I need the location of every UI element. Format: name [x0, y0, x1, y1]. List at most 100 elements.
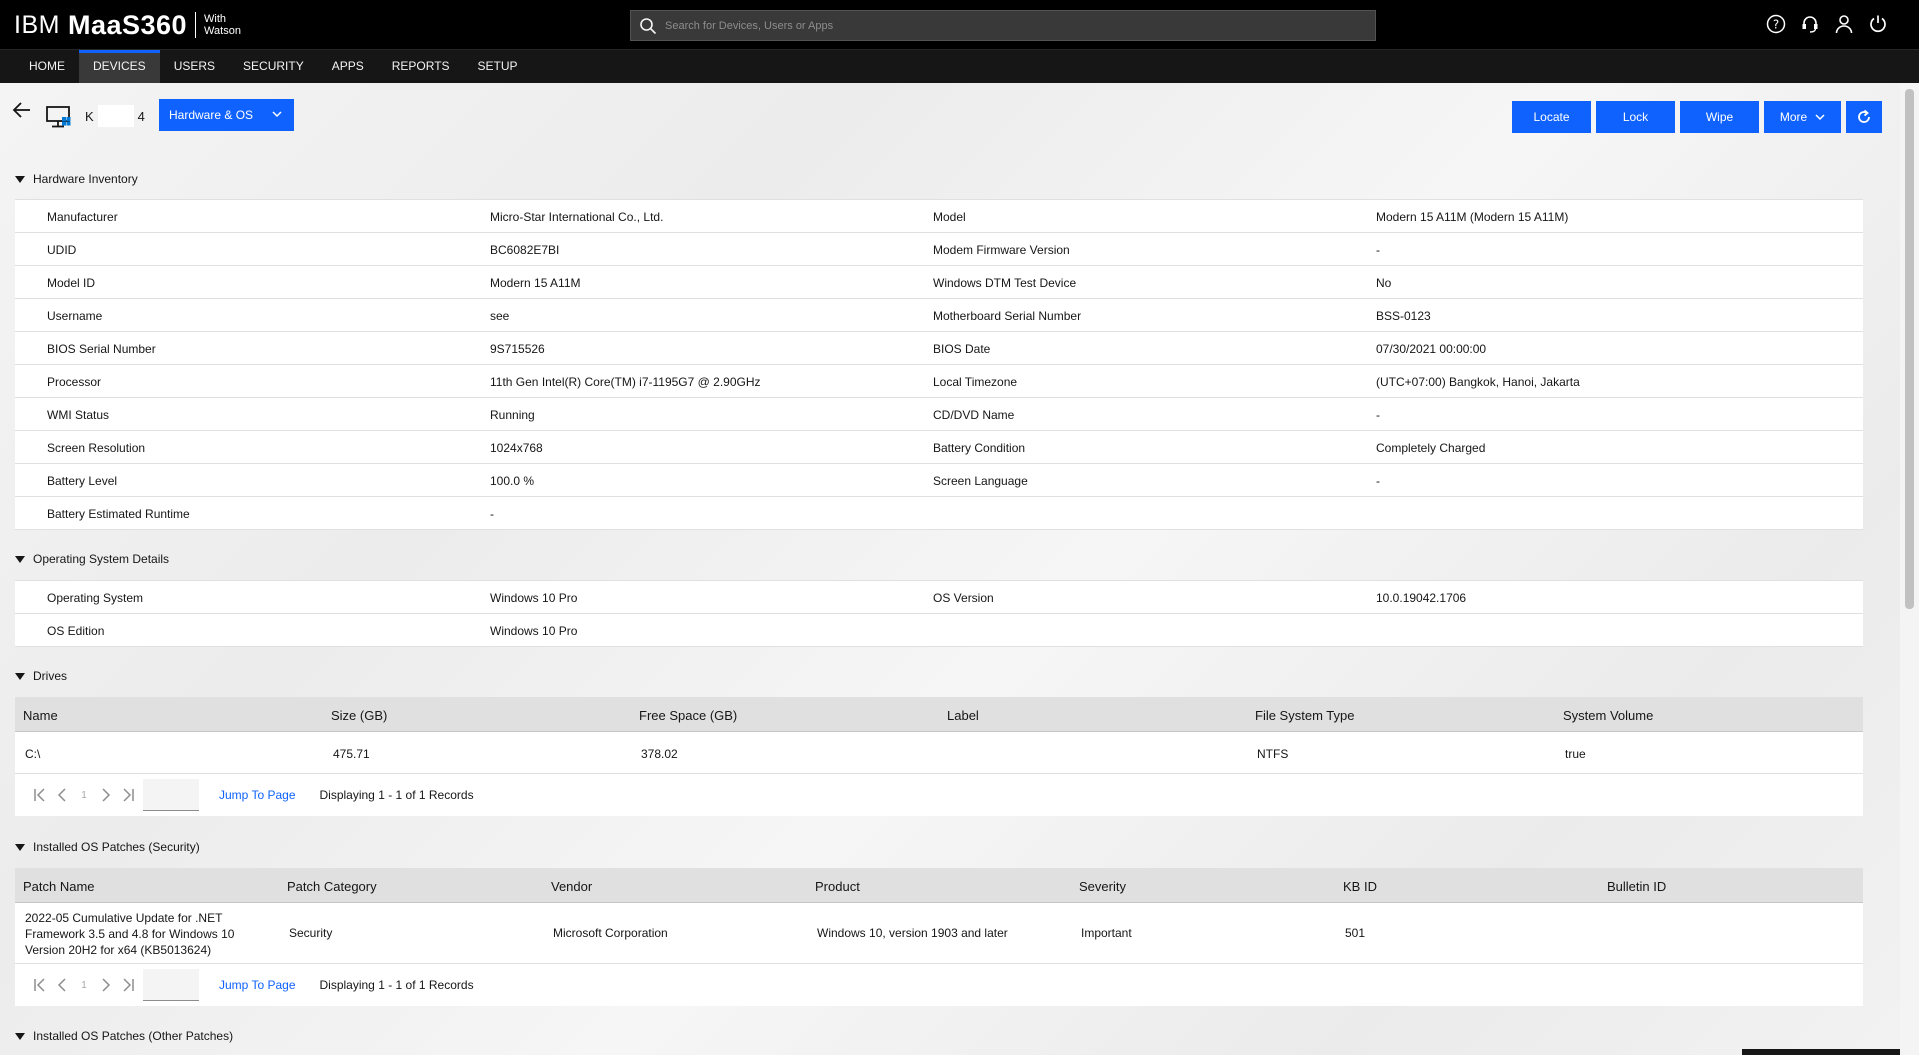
field-label: CD/DVD Name — [933, 408, 1015, 422]
back-arrow-icon[interactable] — [12, 101, 34, 121]
kv-row: Battery Level 100.0 % Screen Language - — [15, 464, 1863, 497]
wipe-button[interactable]: Wipe — [1680, 101, 1759, 133]
next-page-icon[interactable] — [95, 978, 117, 992]
table-header: Patch Name Patch Category Vendor Product… — [15, 868, 1863, 903]
support-icon[interactable] — [1799, 12, 1821, 36]
search-icon — [640, 17, 657, 34]
search-input[interactable] — [665, 19, 1345, 32]
nav-users[interactable]: USERS — [160, 50, 229, 83]
top-bar: IBM MaaS360 With Watson ? — [0, 0, 1919, 50]
main-content: K 4 Hardware & OS Locate Lock Wipe More … — [0, 83, 1900, 1055]
drives-table: Name Size (GB) Free Space (GB) Label Fil… — [15, 697, 1863, 816]
patches-security-table: Patch Name Patch Category Vendor Product… — [15, 868, 1863, 1006]
page-input[interactable] — [143, 779, 199, 811]
locate-button[interactable]: Locate — [1512, 101, 1591, 133]
view-dropdown-value: Hardware & OS — [169, 108, 254, 122]
kv-row: Screen Resolution 1024x768 Battery Conditi… — [15, 431, 1863, 464]
kv-row: OS Edition Windows 10 Pro — [15, 614, 1863, 647]
field-label: Local Timezone — [933, 375, 1018, 389]
power-icon[interactable] — [1867, 12, 1889, 36]
field-value: Micro-Star International Co., Ltd. — [490, 210, 664, 224]
refresh-icon — [1858, 109, 1870, 123]
help-icon[interactable]: ? — [1765, 12, 1787, 36]
nav-apps[interactable]: APPS — [318, 50, 378, 83]
global-search[interactable] — [630, 10, 1376, 41]
field-label: UDID — [47, 243, 77, 257]
brand-logo[interactable]: IBM MaaS360 With Watson — [14, 10, 241, 40]
field-value: - — [1376, 243, 1380, 257]
field-value: 07/30/2021 00:00:00 — [1376, 342, 1487, 356]
field-value: 1024x768 — [490, 441, 543, 455]
field-value[interactable]: see — [490, 309, 509, 323]
first-page-icon[interactable] — [29, 788, 51, 802]
redacted-device-name — [97, 105, 134, 127]
records-display: Displaying 1 - 1 of 1 Records — [319, 978, 474, 992]
nav-devices[interactable]: DEVICES — [79, 50, 160, 83]
field-label: Motherboard Serial Number — [933, 309, 1082, 323]
field-label: Model ID — [47, 276, 96, 290]
last-page-icon[interactable] — [117, 978, 139, 992]
nav-security[interactable]: SECURITY — [229, 50, 318, 83]
field-label: Battery Level — [47, 474, 118, 488]
field-value: Running — [490, 408, 535, 422]
main-nav: HOME DEVICES USERS SECURITY APPS REPORTS… — [0, 50, 1919, 83]
field-value: Windows 10 Pro — [490, 624, 578, 638]
kv-row: WMI Status Running CD/DVD Name - — [15, 398, 1863, 431]
nav-reports[interactable]: REPORTS — [378, 50, 464, 83]
table-row[interactable]: C:\ 475.71 378.02 NTFS true — [15, 732, 1863, 774]
kv-row: UDID BC6082E7BI Modem Firmware Version - — [15, 233, 1863, 266]
field-label: Username — [47, 309, 103, 323]
field-label: BIOS Serial Number — [47, 342, 156, 356]
field-value: 9S715526 — [490, 342, 545, 356]
page-number: 1 — [81, 979, 87, 991]
field-label: OS Version — [933, 591, 994, 605]
field-label: BIOS Date — [933, 342, 991, 356]
field-label: Battery Estimated Runtime — [47, 507, 190, 521]
field-value: BC6082E7BI — [490, 243, 560, 257]
kv-row: Manufacturer Micro-Star International Co.… — [15, 200, 1863, 233]
vertical-scrollbar[interactable] — [1900, 83, 1919, 1055]
user-icon[interactable] — [1833, 12, 1855, 36]
brand-watson: With Watson — [204, 13, 241, 37]
table-header: Name Size (GB) Free Space (GB) Label Fil… — [15, 697, 1863, 732]
section-drives[interactable]: Drives — [15, 669, 67, 683]
jump-to-page-link[interactable]: Jump To Page — [219, 978, 296, 992]
page-input[interactable] — [143, 969, 199, 1001]
section-os-patches-other[interactable]: Installed OS Patches (Other Patches) — [15, 1029, 233, 1043]
scrollbar-thumb[interactable] — [1905, 89, 1914, 609]
nav-home[interactable]: HOME — [15, 50, 79, 83]
field-value: - — [1376, 474, 1380, 488]
section-os-patches-security[interactable]: Installed OS Patches (Security) — [15, 840, 200, 854]
caret-down-icon — [15, 175, 25, 183]
kv-row: Username see Motherboard Serial Number BSS-… — [15, 299, 1863, 332]
field-value: Completely Charged — [1376, 441, 1486, 455]
field-value: - — [1376, 408, 1380, 422]
field-value: Modern 15 A11M — [490, 276, 581, 290]
device-header: K 4 Hardware & OS Locate Lock Wipe More — [0, 83, 1900, 143]
more-button[interactable]: More — [1764, 101, 1841, 133]
prev-page-icon[interactable] — [51, 788, 73, 802]
section-operating-system[interactable]: Operating System Details — [15, 552, 169, 566]
view-dropdown[interactable]: Hardware & OS — [159, 99, 294, 131]
field-label: Model — [933, 210, 966, 224]
field-value: Windows 10 Pro — [490, 591, 578, 605]
device-name: K 4 — [85, 105, 145, 127]
nav-setup[interactable]: SETUP — [464, 50, 532, 83]
table-row[interactable]: 2022-05 Cumulative Update for .NET Frame… — [15, 903, 1863, 964]
first-page-icon[interactable] — [29, 978, 51, 992]
refresh-button[interactable] — [1846, 101, 1882, 133]
jump-to-page-link[interactable]: Jump To Page — [219, 788, 296, 802]
hardware-inventory-table: Manufacturer Micro-Star International Co.… — [15, 199, 1863, 530]
last-page-icon[interactable] — [117, 788, 139, 802]
more-button-label: More — [1779, 110, 1808, 124]
next-page-icon[interactable] — [95, 788, 117, 802]
field-value: 10.0.19042.1706 — [1376, 591, 1467, 605]
section-hardware-inventory[interactable]: Hardware Inventory — [15, 172, 138, 186]
drives-pager: 1 Jump To Page Displaying 1 - 1 of 1 Rec… — [15, 774, 1863, 816]
caret-down-icon — [15, 672, 25, 680]
brand-ibm: IBM — [14, 10, 60, 39]
field-value: (UTC+07:00) Bangkok, Hanoi, Jakarta — [1376, 375, 1580, 389]
brand-separator — [195, 12, 197, 38]
lock-button[interactable]: Lock — [1596, 101, 1675, 133]
prev-page-icon[interactable] — [51, 978, 73, 992]
